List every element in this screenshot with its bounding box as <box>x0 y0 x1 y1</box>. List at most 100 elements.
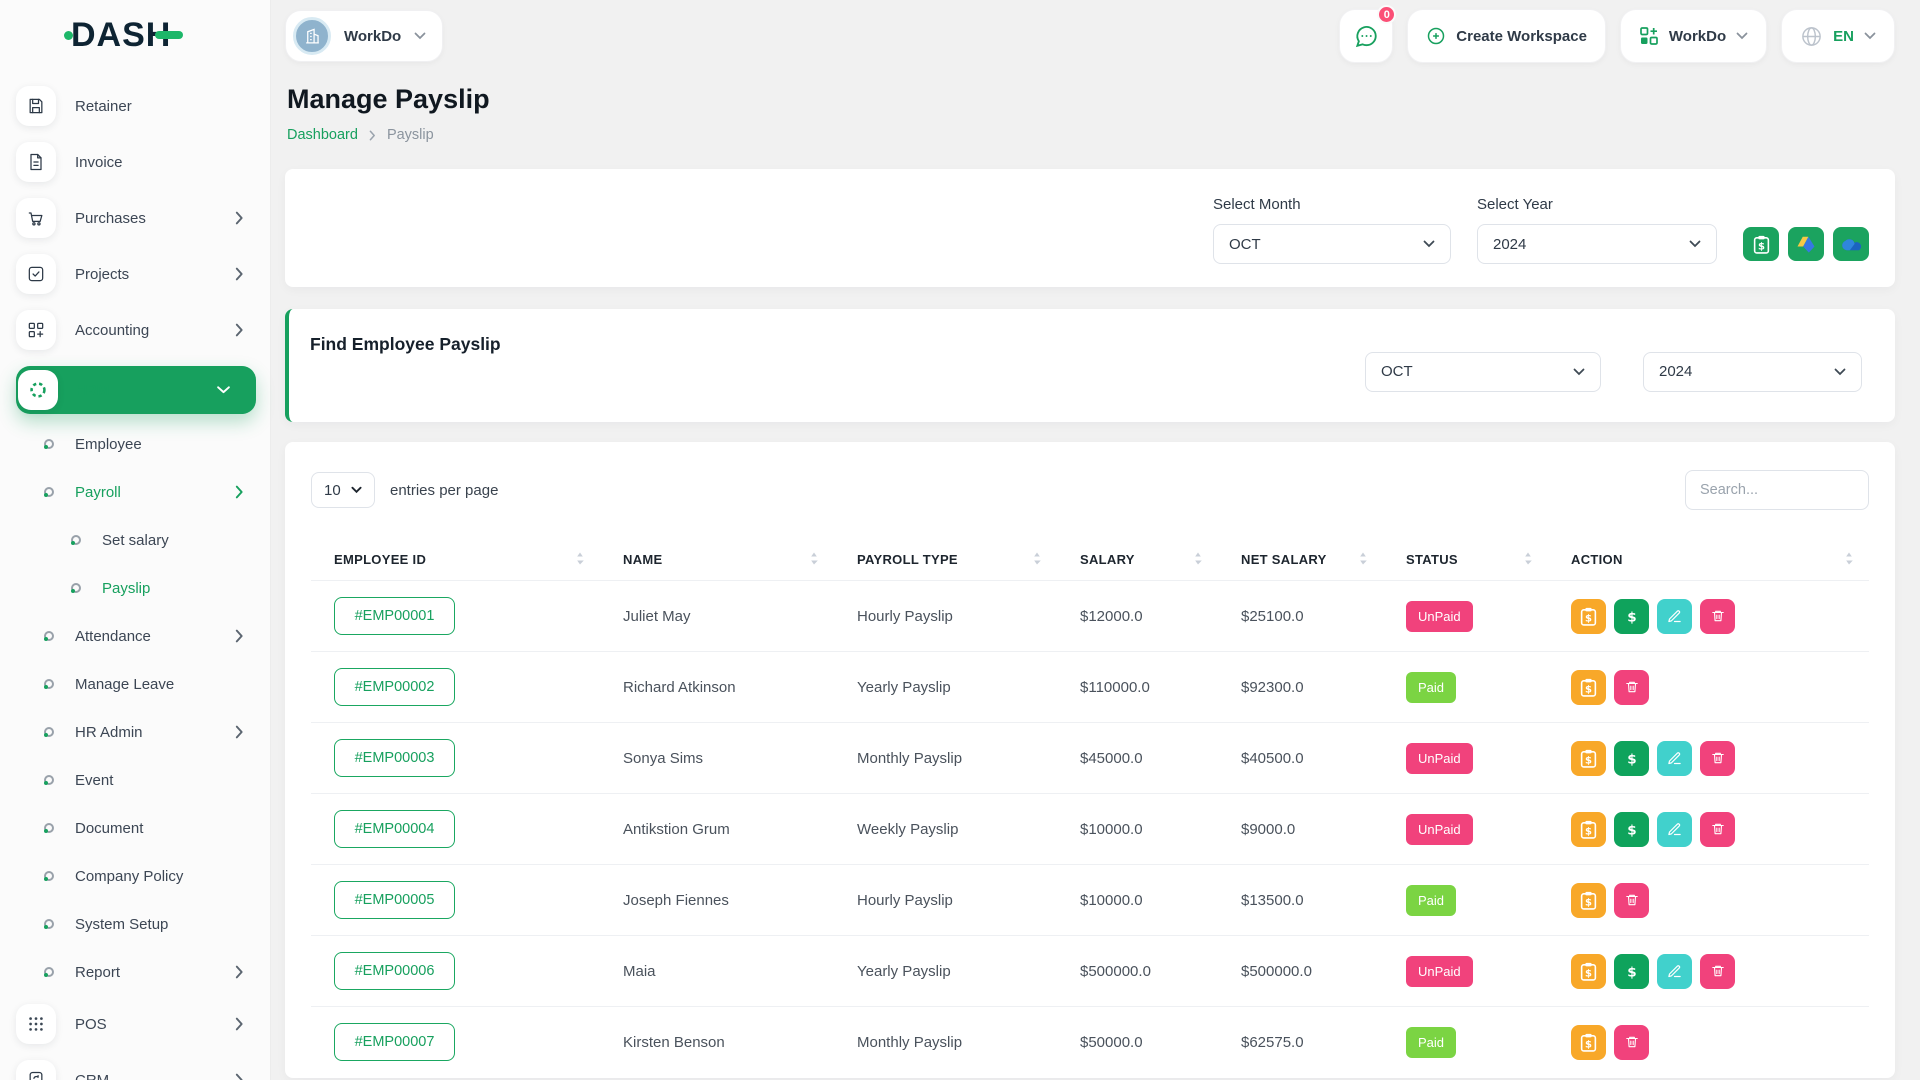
delete-button[interactable] <box>1614 883 1649 918</box>
chevron-right-icon <box>235 211 244 225</box>
employee-id-link[interactable]: #EMP00001 <box>334 597 455 635</box>
sidebar-item-hr-admin[interactable]: HR Admin <box>16 708 256 756</box>
sidebar-item-accounting[interactable]: Accounting <box>16 302 256 358</box>
chevron-right-icon <box>235 629 244 643</box>
hrm-icon <box>18 370 58 410</box>
payslip-button[interactable]: $ <box>1571 812 1606 847</box>
delete-button[interactable] <box>1700 741 1735 776</box>
breadcrumb-dashboard-link[interactable]: Dashboard <box>287 127 358 143</box>
sidebar-item-payroll[interactable]: Payroll <box>16 468 256 516</box>
payslip-button[interactable]: $ <box>1571 741 1606 776</box>
workspace-selector[interactable]: WorkDo <box>285 10 443 62</box>
employee-id-link[interactable]: #EMP00005 <box>334 881 455 919</box>
onedrive-button[interactable] <box>1833 227 1869 261</box>
language-selector[interactable]: EN <box>1781 9 1895 63</box>
net-salary-value: $25100.0 <box>1218 581 1383 652</box>
bullet-icon <box>44 775 54 785</box>
year-select[interactable]: 2024 <box>1477 224 1717 264</box>
workdo-menu-label: WorkDo <box>1669 28 1726 45</box>
export-payslip-button[interactable]: $ <box>1743 227 1779 261</box>
select-month-field: Select Month OCT <box>1213 196 1451 264</box>
sidebar-item-purchases[interactable]: Purchases <box>16 190 256 246</box>
column-header-status[interactable]: STATUS <box>1383 540 1548 581</box>
chat-button[interactable]: 0 <box>1339 9 1393 63</box>
sidebar-item-label: Event <box>75 772 256 789</box>
create-workspace-button[interactable]: Create Workspace <box>1407 9 1606 63</box>
chevron-down-icon <box>1689 240 1701 248</box>
employee-id-link[interactable]: #EMP00006 <box>334 952 455 990</box>
sidebar-item-projects[interactable]: Projects <box>16 246 256 302</box>
sidebar-item-employee[interactable]: Employee <box>16 420 256 468</box>
pay-button[interactable]: $ <box>1614 812 1649 847</box>
delete-button[interactable] <box>1614 1025 1649 1060</box>
chevron-right-icon <box>235 1017 244 1031</box>
payslip-button[interactable]: $ <box>1571 599 1606 634</box>
delete-button[interactable] <box>1700 954 1735 989</box>
delete-button[interactable] <box>1614 670 1649 705</box>
employee-id-link[interactable]: #EMP00007 <box>334 1023 455 1061</box>
employee-id-link[interactable]: #EMP00004 <box>334 810 455 848</box>
save-icon <box>16 86 56 126</box>
sidebar-item-crm[interactable]: CRM <box>16 1052 256 1080</box>
column-header-action[interactable]: ACTION <box>1548 540 1869 581</box>
bullet-icon <box>44 679 54 689</box>
column-header-employee-id[interactable]: EMPLOYEE ID <box>311 540 600 581</box>
sidebar-item-company-policy[interactable]: Company Policy <box>16 852 256 900</box>
sidebar-item-label: HRM <box>75 382 219 399</box>
sidebar-item-payslip[interactable]: Payslip <box>16 564 256 612</box>
edit-button[interactable] <box>1657 954 1692 989</box>
sidebar-item-attendance[interactable]: Attendance <box>16 612 256 660</box>
entries-per-page-select[interactable]: 10 <box>311 472 375 508</box>
payroll-type: Weekly Payslip <box>834 794 1057 865</box>
month-select[interactable]: OCT <box>1213 224 1451 264</box>
edit-button[interactable] <box>1657 812 1692 847</box>
chevron-right-icon <box>235 323 244 337</box>
table-controls: 10 entries per page <box>285 470 1895 510</box>
sidebar-item-pos[interactable]: POS <box>16 996 256 1052</box>
pay-button[interactable]: $ <box>1614 954 1649 989</box>
workdo-menu-button[interactable]: WorkDo <box>1620 9 1767 63</box>
sidebar-item-report[interactable]: Report <box>16 948 256 996</box>
edit-button[interactable] <box>1657 741 1692 776</box>
bullet-icon <box>44 823 54 833</box>
breadcrumb-current: Payslip <box>387 127 434 143</box>
row-actions: $$ <box>1548 581 1869 652</box>
table-row: #EMP00002Richard AtkinsonYearly Payslip$… <box>311 652 1869 723</box>
find-month-select[interactable]: OCT <box>1365 352 1601 392</box>
sidebar-item-document[interactable]: Document <box>16 804 256 852</box>
sidebar-item-manage-leave[interactable]: Manage Leave <box>16 660 256 708</box>
workspace-avatar <box>293 17 331 55</box>
payslip-button[interactable]: $ <box>1571 1025 1606 1060</box>
payslip-button[interactable]: $ <box>1571 954 1606 989</box>
employee-id-link[interactable]: #EMP00003 <box>334 739 455 777</box>
column-header-salary[interactable]: SALARY <box>1057 540 1218 581</box>
sidebar-item-invoice[interactable]: Invoice <box>16 134 256 190</box>
sidebar-item-retainer[interactable]: Retainer <box>16 78 256 134</box>
google-drive-button[interactable] <box>1788 227 1824 261</box>
sidebar-item-system-setup[interactable]: System Setup <box>16 900 256 948</box>
status-badge: Paid <box>1406 672 1456 703</box>
search-input[interactable] <box>1685 470 1869 510</box>
delete-button[interactable] <box>1700 599 1735 634</box>
sort-icon <box>1359 551 1367 569</box>
dash-logo[interactable]: DASH <box>0 0 270 70</box>
chevron-right-icon <box>235 965 244 979</box>
sidebar-item-event[interactable]: Event <box>16 756 256 804</box>
edit-button[interactable] <box>1657 599 1692 634</box>
pay-button[interactable]: $ <box>1614 599 1649 634</box>
payslip-icon: $ <box>1580 1033 1597 1052</box>
find-year-select[interactable]: 2024 <box>1643 352 1862 392</box>
delete-button[interactable] <box>1700 812 1735 847</box>
payslip-button[interactable]: $ <box>1571 883 1606 918</box>
payslip-button[interactable]: $ <box>1571 670 1606 705</box>
sidebar-item-set-salary[interactable]: Set salary <box>16 516 256 564</box>
column-header-net-salary[interactable]: NET SALARY <box>1218 540 1383 581</box>
column-header-name[interactable]: NAME <box>600 540 834 581</box>
column-header-payroll-type[interactable]: PAYROLL TYPE <box>834 540 1057 581</box>
projects-icon <box>16 254 56 294</box>
sidebar-item-hrm[interactable]: HRM <box>16 366 256 414</box>
chevron-right-icon <box>235 267 244 281</box>
pay-button[interactable]: $ <box>1614 741 1649 776</box>
employee-id-link[interactable]: #EMP00002 <box>334 668 455 706</box>
svg-text:$: $ <box>1585 826 1592 837</box>
